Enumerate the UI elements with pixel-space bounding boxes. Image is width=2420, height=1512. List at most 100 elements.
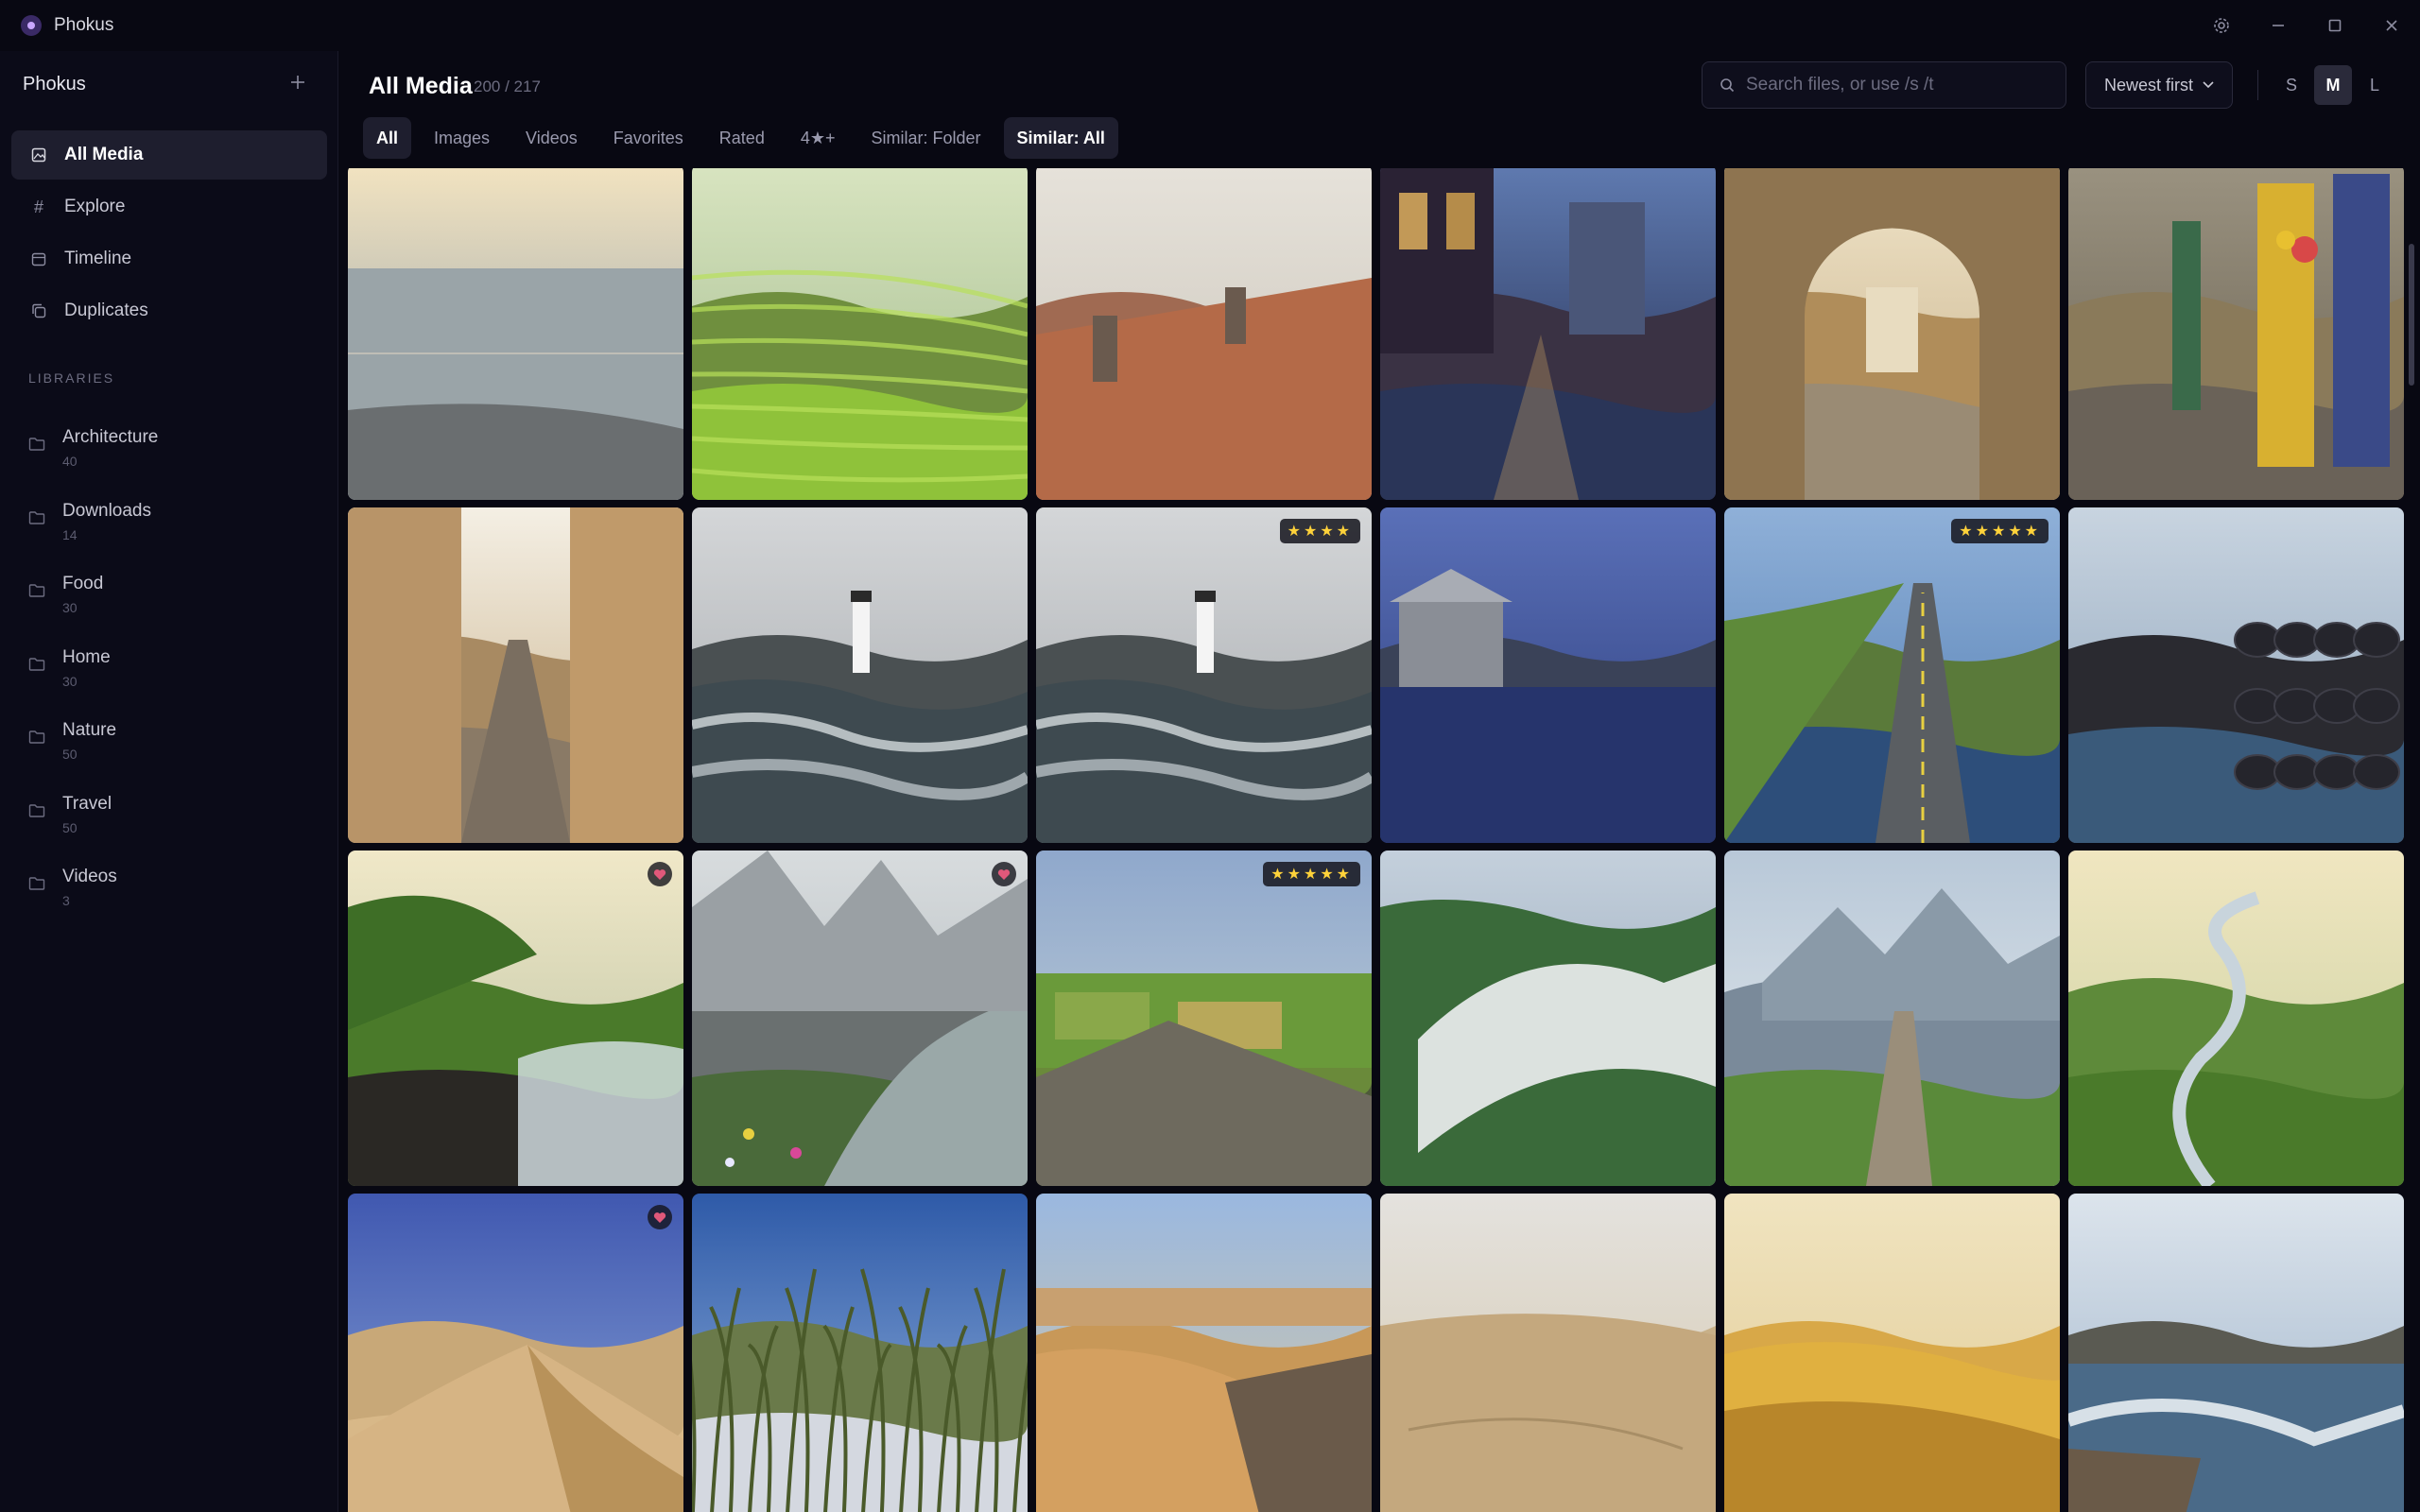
nav-timeline[interactable]: Timeline (11, 234, 327, 284)
tab-similar-folder[interactable]: Similar: Folder (858, 117, 994, 159)
media-tile[interactable] (1380, 850, 1716, 1186)
photo-thumbnail-image (692, 850, 1028, 1186)
library-item-architecture[interactable]: Architecture 40 (28, 420, 321, 478)
library-item-videos[interactable]: Videos 3 (28, 859, 321, 918)
libraries-section-label: LIBRARIES (28, 370, 115, 386)
tab-videos[interactable]: Videos (512, 117, 591, 159)
folder-icon (28, 730, 45, 744)
media-tile[interactable] (1724, 168, 2060, 500)
tab-rated[interactable]: Rated (706, 117, 778, 159)
tab-images[interactable]: Images (421, 117, 503, 159)
library-item-food[interactable]: Food 30 (28, 566, 321, 625)
title-bar: Phokus (0, 0, 2420, 51)
grid-scrollbar[interactable] (2409, 244, 2414, 386)
heart-icon[interactable] (992, 862, 1016, 886)
media-tile[interactable] (2068, 1194, 2404, 1512)
library-item-home[interactable]: Home 30 (28, 640, 321, 698)
star-rating-badge: ★★★★★ (1951, 519, 2048, 543)
media-tile[interactable] (692, 1194, 1028, 1512)
media-grid-viewport: ★★★★ ★★★★★ ★★★★★ (348, 168, 2405, 1512)
media-count: 200 / 217 (474, 77, 541, 95)
library-count: 14 (62, 526, 78, 542)
photo-thumbnail-image (1036, 850, 1372, 1186)
tab-similar-all[interactable]: Similar: All (1003, 117, 1118, 159)
library-item-downloads[interactable]: Downloads 14 (28, 493, 321, 552)
search-icon (1720, 78, 1735, 93)
library-name: Architecture (62, 427, 159, 447)
media-tile[interactable] (2068, 168, 2404, 500)
add-library-button[interactable] (284, 68, 312, 96)
photo-thumbnail-image (1380, 168, 1716, 500)
image-icon (30, 146, 47, 163)
settings-icon[interactable] (2206, 11, 2237, 40)
media-tile[interactable] (348, 507, 683, 843)
library-count: 50 (62, 747, 78, 762)
media-tile[interactable]: ★★★★ (1036, 507, 1372, 843)
photo-thumbnail-image (1380, 1194, 1716, 1512)
maximize-icon[interactable] (2320, 11, 2350, 40)
media-tile[interactable] (692, 507, 1028, 843)
media-tile[interactable] (2068, 850, 2404, 1186)
library-count: 40 (62, 454, 78, 469)
sidebar: Phokus All Media # Explore Timeline Dupl… (0, 51, 338, 1512)
nav-label: Duplicates (64, 301, 148, 320)
photo-thumbnail-image (348, 1194, 683, 1512)
folder-icon (28, 438, 45, 451)
plus-icon (291, 76, 304, 89)
media-tile[interactable] (1380, 507, 1716, 843)
size-large-button[interactable]: L (2356, 65, 2394, 105)
nav-explore[interactable]: # Explore (11, 182, 327, 232)
photo-thumbnail-image (692, 507, 1028, 843)
nav-label: Explore (64, 197, 126, 216)
minimize-icon[interactable] (2263, 11, 2293, 40)
nav-duplicates[interactable]: Duplicates (11, 286, 327, 335)
folder-icon (28, 877, 45, 890)
tab-all[interactable]: All (363, 117, 412, 159)
photo-thumbnail-image (2068, 850, 2404, 1186)
media-tile[interactable] (348, 850, 683, 1186)
size-small-button[interactable]: S (2273, 65, 2310, 105)
media-grid: ★★★★ ★★★★★ ★★★★★ (348, 168, 2404, 1512)
library-count: 3 (62, 893, 70, 908)
sort-dropdown[interactable]: Newest first (2085, 61, 2233, 109)
folder-icon (28, 584, 45, 597)
app-logo-icon (21, 15, 42, 36)
tab-favorites[interactable]: Favorites (600, 117, 697, 159)
tab-4[interactable]: 4★+ (787, 117, 849, 159)
media-tile[interactable] (692, 850, 1028, 1186)
nav-label: Timeline (64, 249, 132, 268)
search-input[interactable] (1746, 75, 2058, 95)
heart-icon[interactable] (648, 862, 672, 886)
close-icon[interactable] (2377, 11, 2407, 40)
folder-icon (28, 657, 45, 671)
star-rating-badge: ★★★★ (1279, 519, 1360, 543)
star-rating-badge: ★★★★★ (1263, 862, 1360, 886)
photo-thumbnail-image (1724, 507, 2060, 843)
library-item-nature[interactable]: Nature 50 (28, 713, 321, 771)
media-tile[interactable] (1380, 1194, 1716, 1512)
media-tile[interactable] (1036, 1194, 1372, 1512)
library-item-travel[interactable]: Travel 50 (28, 786, 321, 845)
media-tile[interactable] (1380, 168, 1716, 500)
media-tile[interactable] (692, 168, 1028, 500)
search-box[interactable] (1702, 61, 2066, 109)
media-tile[interactable] (1036, 168, 1372, 500)
sidebar-title: Phokus (23, 74, 86, 94)
media-tile[interactable] (348, 168, 683, 500)
photo-thumbnail-image (1724, 1194, 2060, 1512)
library-count: 30 (62, 673, 78, 689)
heart-icon[interactable] (648, 1205, 672, 1229)
media-tile[interactable] (1724, 1194, 2060, 1512)
size-medium-button[interactable]: M (2314, 65, 2352, 105)
media-tile[interactable]: ★★★★★ (1036, 850, 1372, 1186)
folder-icon (28, 510, 45, 524)
media-tile[interactable] (1724, 850, 2060, 1186)
photo-thumbnail-image (1380, 850, 1716, 1186)
photo-thumbnail-image (348, 850, 683, 1186)
media-tile[interactable] (348, 1194, 683, 1512)
media-tile[interactable]: ★★★★★ (1724, 507, 2060, 843)
media-tile[interactable] (2068, 507, 2404, 843)
photo-thumbnail-image (2068, 507, 2404, 843)
nav-all-media[interactable]: All Media (11, 130, 327, 180)
calendar-icon (30, 250, 47, 267)
